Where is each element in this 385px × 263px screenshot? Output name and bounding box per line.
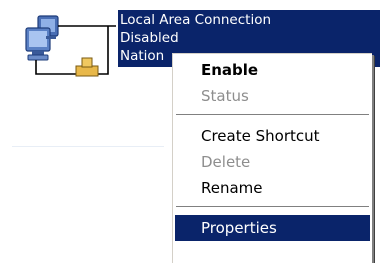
- menu-item-properties[interactable]: Properties: [175, 215, 370, 241]
- menu-item-rename[interactable]: Rename: [175, 175, 370, 201]
- menu-item-status: Status: [201, 87, 249, 105]
- network-connection-icon[interactable]: [16, 14, 116, 84]
- menu-separator: [176, 114, 369, 118]
- menu-separator: [176, 206, 369, 210]
- menu-item-enable[interactable]: Enable: [175, 57, 370, 83]
- context-menu: Enable Status Create Shortcut Delete Ren…: [172, 53, 372, 263]
- desktop-view: Local Area Connection Disabled Nation ..…: [0, 0, 385, 263]
- connection-status: Disabled: [120, 30, 179, 46]
- menu-item-create-shortcut[interactable]: Create Shortcut: [175, 123, 370, 149]
- menu-item-delete: Delete: [201, 153, 251, 171]
- background-divider: [12, 146, 164, 147]
- connection-name: Local Area Connection: [120, 12, 272, 28]
